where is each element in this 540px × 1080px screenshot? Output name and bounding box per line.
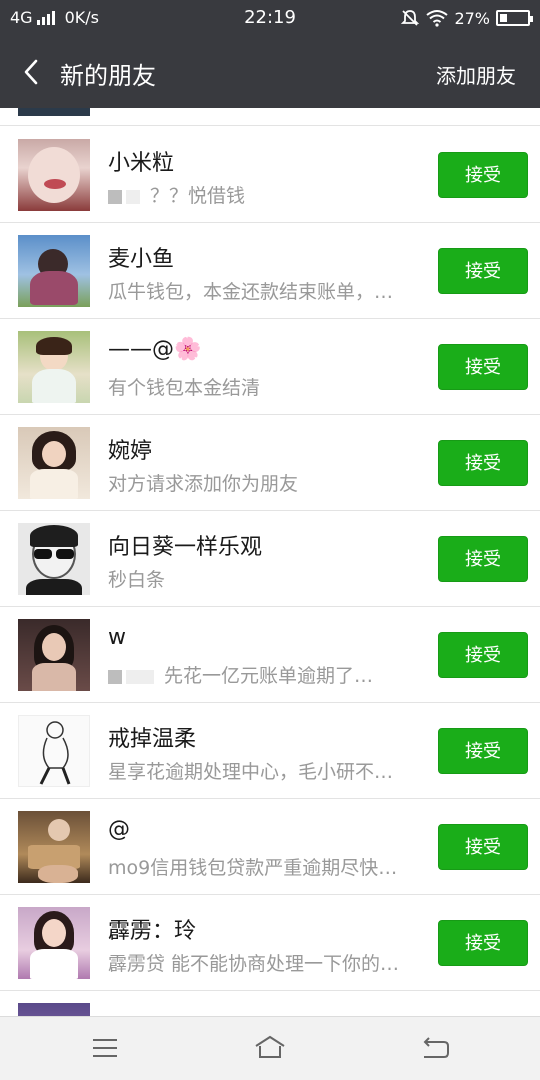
- accept-button[interactable]: 接受: [438, 440, 528, 486]
- contact-name: 向日葵一样乐观: [108, 535, 263, 560]
- sketch-figure-icon: [39, 721, 71, 785]
- friend-request-row[interactable]: 戒掉温柔 星享花逾期处理中心，毛小研不… 接受: [0, 703, 540, 799]
- page-title: 新的朋友: [60, 62, 156, 90]
- list-item-partial: [0, 108, 540, 126]
- contact-name: ——@🌸: [108, 337, 202, 362]
- request-message: 星享花逾期处理中心，毛小研不…: [108, 761, 394, 783]
- avatar: [18, 331, 90, 403]
- avatar: [18, 907, 90, 979]
- redacted-block: [126, 669, 154, 684]
- request-message: 先花一亿元账单逾期了…: [108, 661, 424, 688]
- request-message: 瓜牛钱包，本金还款结束账单，…: [108, 281, 394, 303]
- status-right: 27%: [400, 8, 533, 28]
- request-message: 对方请求添加你为朋友: [108, 473, 299, 495]
- mute-bell-icon: [401, 10, 420, 26]
- accept-button[interactable]: 接受: [438, 632, 528, 678]
- contact-name: 婉婷: [108, 439, 153, 464]
- accept-button[interactable]: 接受: [438, 920, 528, 966]
- avatar: [18, 427, 90, 499]
- avatar: [18, 1003, 90, 1016]
- redacted-block: [126, 189, 140, 204]
- accept-button[interactable]: 接受: [438, 248, 528, 294]
- avatar: [18, 235, 90, 307]
- avatar: [18, 715, 90, 787]
- friend-request-row-partial[interactable]: [0, 991, 540, 1016]
- contact-name: 小米粒: [108, 151, 175, 176]
- friend-request-list: 小米粒 ？？悦借钱 接受 麦小鱼 瓜牛钱包，本金还款结束账单，… 接受 ——@🌸…: [0, 108, 540, 1016]
- request-message: 秒白条: [108, 569, 166, 591]
- accept-button[interactable]: 接受: [438, 344, 528, 390]
- back-arrow-icon[interactable]: [20, 58, 44, 86]
- friend-request-row[interactable]: 婉婷 对方请求添加你为朋友 接受: [0, 415, 540, 511]
- friend-request-row[interactable]: 小米粒 ？？悦借钱 接受: [0, 127, 540, 223]
- avatar: [18, 811, 90, 883]
- accept-button[interactable]: 接受: [438, 728, 528, 774]
- accept-button[interactable]: 接受: [438, 824, 528, 870]
- wifi-icon: [426, 10, 449, 27]
- friend-request-row[interactable]: @ mo9信用钱包贷款严重逾期尽快… 接受: [0, 799, 540, 895]
- contact-name: 霹雳：玲: [108, 919, 197, 944]
- redacted-block: [108, 669, 122, 684]
- avatar: [18, 139, 90, 211]
- friend-request-row[interactable]: 霹雳：玲 霹雳贷 能不能协商处理一下你的… 接受: [0, 895, 540, 991]
- contact-name: @: [108, 817, 130, 842]
- redacted-block: [108, 189, 122, 204]
- accept-button[interactable]: 接受: [438, 536, 528, 582]
- request-message: 霹雳贷 能不能协商处理一下你的…: [108, 953, 400, 975]
- contact-name: w: [108, 625, 126, 650]
- request-message: ？？悦借钱: [108, 181, 424, 208]
- system-nav-bar: [0, 1016, 540, 1080]
- battery-percent: 27%: [454, 8, 490, 28]
- request-message: 有个钱包本金结清: [108, 377, 261, 399]
- add-friend-button[interactable]: 添加朋友: [436, 60, 516, 89]
- menu-icon[interactable]: [88, 1033, 122, 1063]
- contact-name: 戒掉温柔: [108, 727, 197, 752]
- battery-fill: [500, 14, 508, 22]
- status-bar: 4G 0K/s 22:19 27%: [0, 0, 540, 36]
- avatar: [18, 523, 90, 595]
- friend-request-row[interactable]: w 先花一亿元账单逾期了… 接受: [0, 607, 540, 703]
- battery-icon: [496, 10, 533, 26]
- friend-request-row[interactable]: 向日葵一样乐观 秒白条 接受: [0, 511, 540, 607]
- accept-button[interactable]: 接受: [438, 152, 528, 198]
- friend-request-row[interactable]: ——@🌸 有个钱包本金结清 接受: [0, 319, 540, 415]
- nav-bar: 新的朋友 添加朋友: [0, 36, 540, 108]
- home-icon[interactable]: [253, 1033, 287, 1063]
- back-icon[interactable]: [418, 1033, 452, 1063]
- avatar: [18, 108, 90, 116]
- contact-name: 麦小鱼: [108, 247, 175, 272]
- request-message: mo9信用钱包贷款严重逾期尽快…: [108, 857, 398, 879]
- avatar: [18, 619, 90, 691]
- friend-request-row[interactable]: 麦小鱼 瓜牛钱包，本金还款结束账单，… 接受: [0, 223, 540, 319]
